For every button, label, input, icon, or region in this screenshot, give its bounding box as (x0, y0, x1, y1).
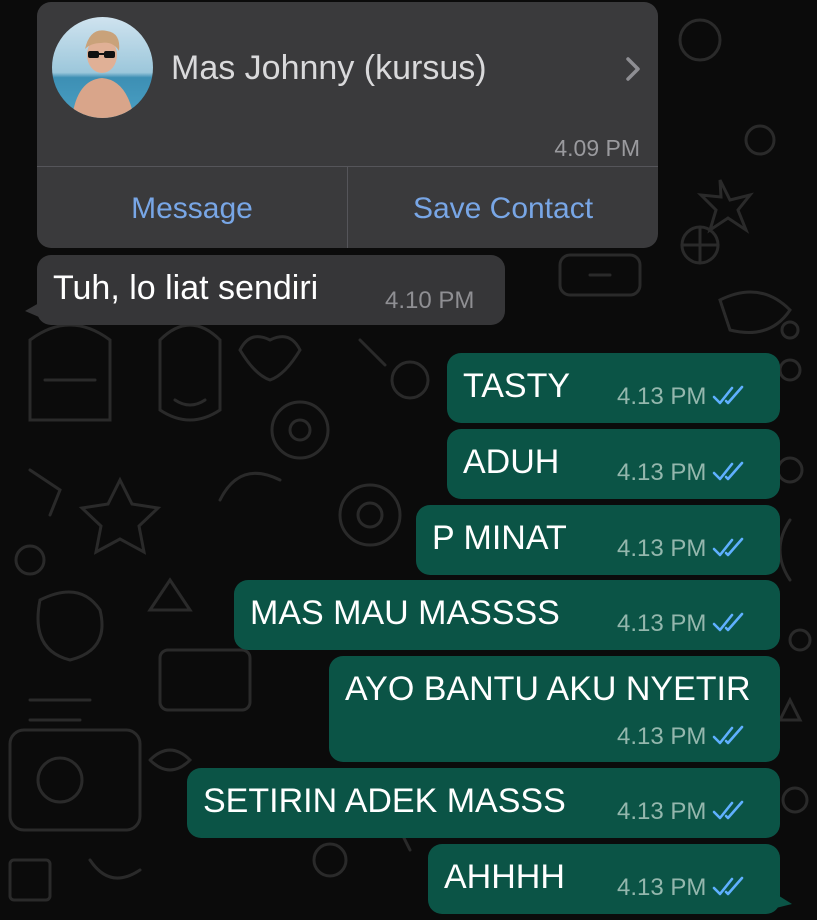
message-time: 4.13 PM (617, 610, 707, 637)
chevron-right-icon[interactable] (623, 54, 643, 84)
contact-header[interactable]: Mas Johnny (kursus) 4.09 PM (37, 2, 658, 167)
message-text: TASTY (463, 367, 571, 405)
message-text: MAS MAU MASSSS (250, 594, 560, 632)
read-receipt-icon (713, 612, 744, 632)
outgoing-message[interactable]: TASTY 4.13 PM (447, 353, 780, 423)
read-receipt-icon (713, 725, 744, 745)
message-meta: 4.13 PM (617, 874, 746, 902)
bubble-tail (25, 303, 39, 317)
message-time: 4.13 PM (617, 874, 707, 901)
message-time: 4.13 PM (617, 723, 707, 750)
message-text: P MINAT (432, 519, 567, 557)
message-text: AHHHH (444, 858, 565, 896)
message-text: ADUH (463, 443, 560, 481)
outgoing-message[interactable]: P MINAT 4.13 PM (416, 505, 780, 575)
outgoing-message[interactable]: AYO BANTU AKU NYETIR 4.13 PM (329, 656, 780, 762)
message-meta: 4.13 PM (617, 535, 746, 563)
message-time: 4.13 PM (617, 383, 707, 410)
outgoing-message[interactable]: ADUH 4.13 PM (447, 429, 780, 499)
read-receipt-icon (713, 385, 744, 405)
message-text: SETIRIN ADEK MASSS (203, 782, 566, 820)
outgoing-message[interactable]: AHHHH 4.13 PM (428, 844, 792, 914)
message-button[interactable]: Message (37, 167, 347, 248)
contact-card-time: 4.09 PM (554, 135, 640, 161)
read-receipt-icon (713, 876, 744, 896)
read-receipt-icon (713, 800, 744, 820)
read-receipt-icon (713, 461, 744, 481)
message-time: 4.13 PM (617, 459, 707, 486)
bubble-tail (776, 894, 792, 908)
message-text: AYO BANTU AKU NYETIR (345, 670, 751, 708)
message-time: 4.10 PM (385, 287, 475, 314)
outgoing-message[interactable]: MAS MAU MASSSS 4.13 PM (234, 580, 780, 650)
message-meta: 4.13 PM (617, 383, 746, 411)
message-text: Tuh, lo liat sendiri (53, 269, 319, 307)
message-meta: 4.13 PM (617, 610, 746, 638)
message-meta: 4.13 PM (617, 723, 746, 751)
outgoing-message[interactable]: SETIRIN ADEK MASSS 4.13 PM (187, 768, 780, 838)
message-time: 4.13 PM (617, 798, 707, 825)
contact-avatar[interactable] (52, 17, 153, 118)
message-meta: 4.13 PM (617, 459, 746, 487)
message-meta: 4.13 PM (617, 798, 746, 826)
message-time: 4.13 PM (617, 535, 707, 562)
read-receipt-icon (713, 537, 744, 557)
contact-name: Mas Johnny (kursus) (171, 49, 487, 87)
save-contact-button[interactable]: Save Contact (348, 167, 658, 248)
contact-card: Mas Johnny (kursus) 4.09 PM Message Save… (37, 2, 658, 248)
incoming-message[interactable]: Tuh, lo liat sendiri 4.10 PM (25, 255, 505, 325)
